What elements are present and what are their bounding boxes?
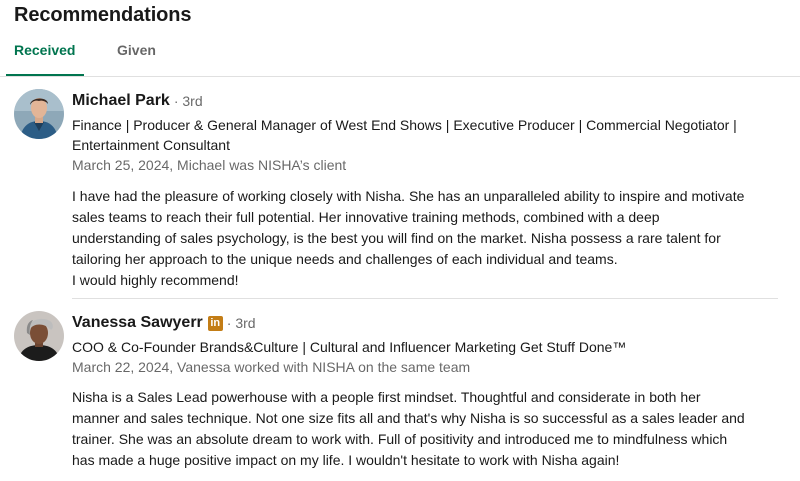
name-line: Vanessa Sawyerr in · 3rd — [72, 314, 256, 332]
recommendation-text-line: tailoring her approach to the unique nee… — [72, 251, 618, 267]
recommender-name[interactable]: Vanessa Sawyerr — [72, 314, 203, 332]
connection-degree: · 3rd — [173, 93, 203, 109]
recommender-name[interactable]: Michael Park — [72, 92, 170, 110]
tab-given[interactable]: Given — [117, 42, 156, 77]
name-line: Michael Park · 3rd — [72, 92, 203, 110]
recommendation-text-line: Nisha is a Sales Lead powerhouse with a … — [72, 389, 701, 405]
recommendation-meta: March 22, 2024, Vanessa worked with NISH… — [72, 359, 471, 375]
recommendation-text-line: has made a huge positive impact on my li… — [72, 452, 620, 468]
divider — [72, 298, 778, 299]
section-title: Recommendations — [14, 4, 192, 26]
recommender-headline: Finance | Producer & General Manager of … — [72, 117, 737, 153]
connection-degree: · 3rd — [226, 315, 256, 331]
avatar-photo — [14, 89, 64, 139]
recommendation-text-line: understanding of sales psychology, is th… — [72, 230, 721, 246]
recommendation-text-line: manner and sales technique. Not one size… — [72, 410, 745, 426]
recommender-headline: COO & Co-Founder Brands&Culture | Cultur… — [72, 339, 627, 355]
active-tab-indicator — [6, 74, 84, 76]
recommendation-text-line: trainer. She was an absolute dream to wo… — [72, 431, 728, 447]
recommendation-text-line: sales teams to reach their full potentia… — [72, 209, 660, 225]
tab-received[interactable]: Received — [14, 42, 75, 77]
recommendation-text: I have had the pleasure of working close… — [72, 186, 784, 291]
avatar[interactable] — [14, 89, 64, 139]
recommendation-text-line: I would highly recommend! — [72, 272, 239, 288]
avatar-photo — [14, 311, 64, 361]
avatar[interactable] — [14, 311, 64, 361]
linkedin-premium-icon: in — [207, 315, 223, 331]
recommendation-text-line: I have had the pleasure of working close… — [72, 188, 745, 204]
tab-bar: Received Given — [0, 40, 800, 77]
recommendation-text: Nisha is a Sales Lead powerhouse with a … — [72, 387, 784, 471]
recommendation-meta: March 25, 2024, Michael was NISHA’s clie… — [72, 157, 347, 173]
